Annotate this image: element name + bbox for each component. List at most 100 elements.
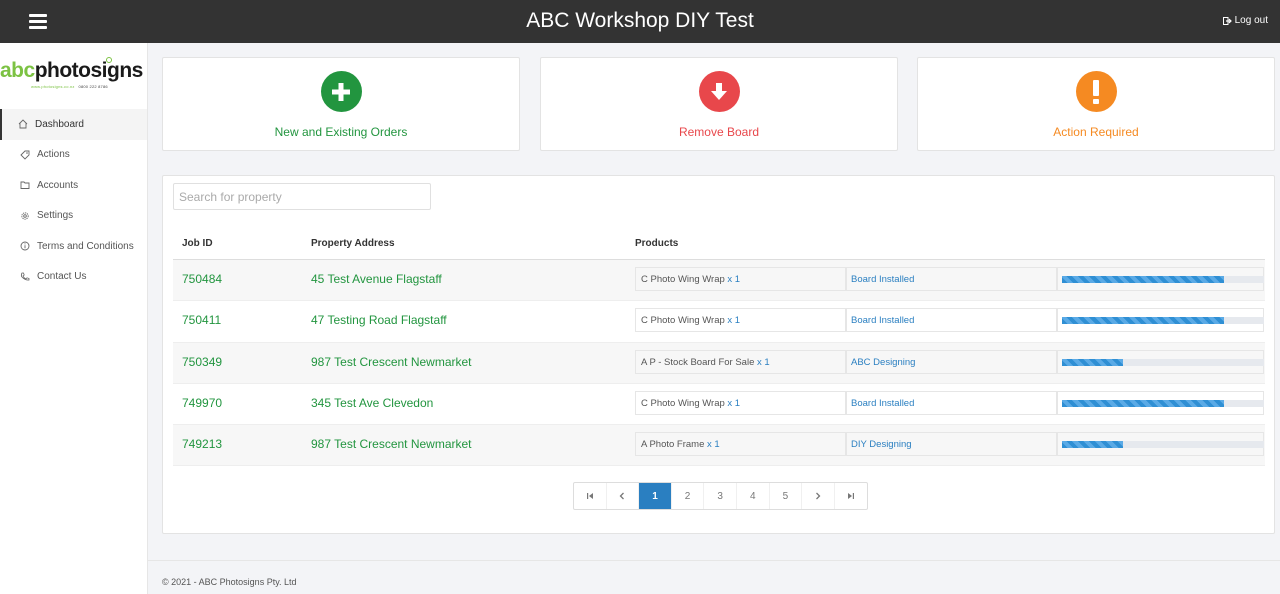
product-name: A P - Stock Board For Sale: [641, 356, 755, 368]
status-link[interactable]: Board Installed: [846, 308, 1057, 333]
folder-icon: [20, 181, 30, 190]
progress-bar: [1062, 358, 1264, 366]
product-qty: x 1: [757, 356, 770, 368]
sidebar-item-label: Actions: [37, 149, 70, 161]
sidebar-item-label: Settings: [37, 210, 74, 222]
table-row[interactable]: 750484 45 Test Avenue Flagstaff C Photo …: [173, 260, 1265, 302]
page-1-button[interactable]: 1: [639, 483, 672, 509]
progress-bar: [1062, 317, 1264, 325]
chevron-right-icon: [815, 492, 821, 500]
company-logo[interactable]: abcphotosigns www.photosigns.co.nz 0800 …: [0, 57, 148, 100]
first-page-button[interactable]: [574, 483, 607, 509]
arrow-down-icon: [698, 71, 740, 112]
column-header-job-id[interactable]: Job ID: [182, 238, 213, 249]
table-row[interactable]: 750411 47 Testing Road Flagstaff C Photo…: [173, 301, 1265, 343]
top-bar: ABC Workshop DIY Test Log out: [0, 0, 1280, 43]
action-required-label: Action Required: [1053, 125, 1139, 139]
job-id-link[interactable]: 749970: [182, 396, 222, 410]
address-link[interactable]: 987 Test Crescent Newmarket: [311, 437, 472, 451]
status-link[interactable]: DIY Designing: [846, 432, 1057, 457]
plus-icon: [320, 71, 362, 112]
table-header: Job ID Property Address Products: [173, 232, 1265, 260]
job-id-link[interactable]: 750411: [182, 313, 221, 327]
address-link[interactable]: 987 Test Crescent Newmarket: [311, 355, 472, 369]
remove-board-card[interactable]: Remove Board: [540, 57, 898, 151]
status-link[interactable]: Board Installed: [846, 390, 1057, 415]
sidebar-nav: Dashboard Actions Accounts Settings Term…: [0, 109, 147, 292]
home-icon: [18, 119, 28, 129]
progress-cell: [1057, 267, 1264, 291]
product-name: A Photo Frame: [641, 439, 705, 451]
product-name: C Photo Wing Wrap: [641, 274, 725, 285]
product-qty: x 1: [727, 315, 741, 327]
last-page-button[interactable]: [835, 483, 868, 509]
copyright-text: © 2021 - ABC Photosigns Pty. Ltd: [162, 577, 297, 587]
sidebar-item-contact[interactable]: Contact Us: [0, 262, 147, 293]
logout-label: Log out: [1234, 15, 1268, 26]
product-qty: x 1: [727, 274, 741, 285]
address-link[interactable]: 345 Test Ave Clevedon: [311, 396, 433, 410]
tag-icon: [20, 150, 30, 160]
progress-bar: [1062, 399, 1264, 407]
product-cell: C Photo Wing Wrap x 1: [635, 390, 846, 415]
product-cell: C Photo Wing Wrap x 1: [635, 308, 846, 333]
chevron-left-icon: [619, 492, 625, 500]
job-id-link[interactable]: 750484: [182, 272, 222, 286]
product-cell: A P - Stock Board For Sale x 1: [635, 349, 846, 374]
new-orders-card[interactable]: New and Existing Orders: [162, 57, 520, 151]
next-page-button[interactable]: [802, 483, 835, 509]
orders-panel: Job ID Property Address Products 750484 …: [162, 175, 1275, 534]
sidebar-item-actions[interactable]: Actions: [0, 140, 147, 171]
pagination: 1 2 3 4 5: [573, 482, 869, 510]
address-link[interactable]: 47 Testing Road Flagstaff: [311, 313, 447, 327]
logo-contact: www.photosigns.co.nz 0800 222 8786: [31, 84, 108, 89]
last-page-icon: [848, 493, 855, 499]
progress-fill: [1062, 358, 1123, 366]
product-cell: C Photo Wing Wrap x 1: [635, 267, 846, 291]
page-5-button[interactable]: 5: [770, 483, 803, 509]
progress-bar: [1062, 276, 1264, 283]
sidebar-item-label: Dashboard: [35, 118, 84, 130]
new-orders-label: New and Existing Orders: [274, 125, 408, 139]
property-search-input[interactable]: [173, 183, 431, 210]
progress-cell: [1057, 432, 1264, 457]
logo-sun-icon: [106, 57, 112, 63]
sidebar: abcphotosigns www.photosigns.co.nz 0800 …: [0, 43, 148, 594]
job-id-link[interactable]: 749213: [182, 437, 222, 451]
action-required-card[interactable]: Action Required: [917, 57, 1275, 151]
product-cell: A Photo Frame x 1: [635, 432, 846, 457]
sidebar-item-label: Terms and Conditions: [37, 240, 134, 252]
logout-button[interactable]: Log out: [1222, 15, 1268, 26]
address-link[interactable]: 45 Test Avenue Flagstaff: [311, 272, 442, 286]
logo-wordmark: abcphotosigns: [0, 59, 143, 82]
product-name: C Photo Wing Wrap: [641, 315, 725, 327]
status-link[interactable]: ABC Designing: [846, 349, 1057, 374]
sidebar-item-label: Accounts: [37, 179, 79, 191]
table-row[interactable]: 749213 987 Test Crescent Newmarket A Pho…: [173, 425, 1265, 467]
page-2-button[interactable]: 2: [672, 483, 705, 509]
page-3-button[interactable]: 3: [704, 483, 737, 509]
progress-cell: [1057, 390, 1264, 415]
progress-fill: [1062, 441, 1123, 449]
prev-page-button[interactable]: [607, 483, 640, 509]
progress-fill: [1062, 399, 1224, 407]
sidebar-item-terms[interactable]: Terms and Conditions: [0, 231, 147, 262]
gear-icon: [21, 212, 29, 220]
status-link[interactable]: Board Installed: [846, 267, 1057, 291]
progress-cell: [1057, 308, 1264, 333]
orders-table: 750484 45 Test Avenue Flagstaff C Photo …: [173, 260, 1265, 467]
column-header-address[interactable]: Property Address: [311, 238, 395, 249]
sidebar-item-dashboard[interactable]: Dashboard: [0, 109, 147, 140]
progress-bar: [1062, 441, 1264, 449]
product-qty: x 1: [727, 397, 741, 409]
sign-out-icon: [1222, 16, 1232, 25]
page-4-button[interactable]: 4: [737, 483, 770, 509]
footer: © 2021 - ABC Photosigns Pty. Ltd: [148, 560, 1280, 594]
exclamation-icon: [1075, 71, 1117, 112]
job-id-link[interactable]: 750349: [182, 355, 222, 369]
table-row[interactable]: 750349 987 Test Crescent Newmarket A P -…: [173, 342, 1265, 384]
sidebar-item-accounts[interactable]: Accounts: [0, 170, 147, 201]
column-header-products: Products: [635, 238, 679, 249]
sidebar-item-settings[interactable]: Settings: [0, 201, 147, 232]
table-row[interactable]: 749970 345 Test Ave Clevedon C Photo Win…: [173, 384, 1265, 426]
